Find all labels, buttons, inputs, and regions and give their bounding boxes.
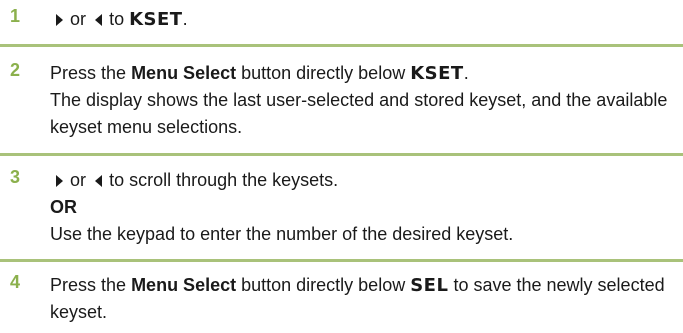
press-text: Press the <box>50 275 127 295</box>
instructions-page: 1 or to KSET. 2 Press the Menu Select bu… <box>0 0 683 333</box>
to-text: to <box>109 9 125 29</box>
right-arrow-icon <box>56 175 63 187</box>
kset-softkey-label: KSET <box>410 63 464 84</box>
period: . <box>463 63 469 83</box>
divider <box>0 153 683 156</box>
divider <box>0 259 683 262</box>
menu-select-label: Menu Select <box>131 275 237 295</box>
or-separator: OR <box>50 197 77 217</box>
step-2-instruction: Press the Menu Select button directly be… <box>50 60 677 87</box>
step-2-description: The display shows the last user-selected… <box>50 90 668 137</box>
scroll-text: to scroll through the keysets. <box>109 170 339 190</box>
left-arrow-icon <box>95 175 103 187</box>
step-3-text: or to scroll through the keysets. OR Use… <box>50 167 677 248</box>
button-below-text: button directly below <box>241 275 406 295</box>
step-number: 3 <box>10 167 21 187</box>
step-number: 1 <box>10 6 21 26</box>
step-1-text: or to KSET. <box>50 6 677 33</box>
step-3-instruction: or to scroll through the keysets. <box>50 167 677 194</box>
divider <box>0 44 683 47</box>
period: . <box>182 9 188 29</box>
menu-select-label: Menu Select <box>131 63 237 83</box>
step-number: 4 <box>10 272 21 292</box>
right-arrow-icon <box>56 14 63 26</box>
or-text: or <box>70 170 87 190</box>
button-below-text: button directly below <box>241 63 406 83</box>
press-text: Press the <box>50 63 127 83</box>
step-2-text: Press the Menu Select button directly be… <box>50 60 677 141</box>
keypad-text: Use the keypad to enter the number of th… <box>50 224 514 244</box>
kset-softkey-label: KSET <box>129 9 183 30</box>
left-arrow-icon <box>95 14 103 26</box>
step-4-text: Press the Menu Select button directly be… <box>50 272 677 326</box>
sel-softkey-label: SEL <box>410 275 449 296</box>
step-number: 2 <box>10 60 21 80</box>
or-text: or <box>70 9 87 29</box>
